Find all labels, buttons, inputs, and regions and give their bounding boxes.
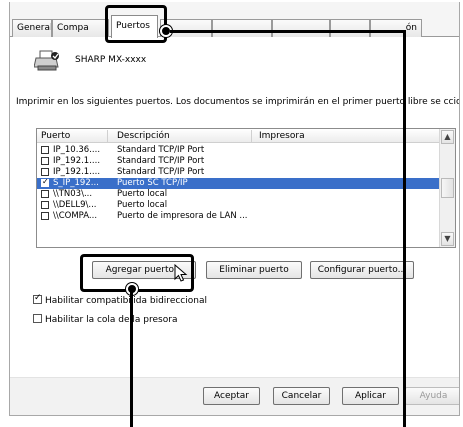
pooling-checkbox[interactable]: [33, 314, 42, 323]
port-name: \\DELL9\...: [53, 200, 97, 210]
port-checkbox[interactable]: [41, 146, 49, 154]
port-checkbox-checked[interactable]: [41, 177, 49, 187]
tab-compartir[interactable]: Compa: [52, 19, 109, 37]
port-row[interactable]: IP_192.1.... Standard TCP/IP Port: [37, 167, 441, 178]
col-header-descripcion[interactable]: Descripción: [117, 131, 170, 141]
tab-hidden-4[interactable]: [330, 19, 370, 37]
printer-icon: [34, 50, 59, 71]
port-row[interactable]: \\TN03\... Puerto local: [37, 189, 441, 200]
tab-general[interactable]: General: [12, 19, 52, 37]
port-description: Standard TCP/IP Port: [117, 167, 205, 177]
port-row[interactable]: \\COMPA... Puerto de impresora de LAN ..…: [37, 211, 441, 222]
scroll-up-icon[interactable]: ▲: [441, 130, 454, 144]
scroll-thumb[interactable]: [441, 178, 454, 198]
port-description: Standard TCP/IP Port: [117, 145, 205, 155]
port-name: \\COMPA...: [53, 211, 98, 221]
ports-panel: SHARP MX-xxxx Imprimir en los siguientes…: [10, 37, 459, 377]
callout-line-tab-vertical: [403, 30, 406, 427]
tab-hidden-3[interactable]: [272, 19, 330, 37]
callout-line-tab-horizontal: [170, 30, 406, 33]
ports-list-header: Puerto Descripción Impresora: [37, 129, 441, 143]
bidirectional-checkbox[interactable]: [33, 293, 42, 304]
ok-button[interactable]: Aceptar: [203, 387, 260, 405]
port-name: IP_192.1....: [53, 156, 101, 166]
port-name: IP_192.1....: [53, 167, 101, 177]
tab-bar: General Compa Puertos ón: [10, 15, 459, 38]
port-checkbox[interactable]: [41, 212, 49, 220]
apply-button[interactable]: Aplicar: [342, 387, 399, 405]
pooling-label: Habilitar la cola de la presora: [45, 315, 178, 325]
bidirectional-option[interactable]: Habilitar compatibilida bidireccional: [33, 293, 207, 306]
ports-list-scrollbar[interactable]: ▲ ▼: [439, 129, 455, 247]
port-checkbox[interactable]: [41, 190, 49, 198]
delete-port-button[interactable]: Eliminar puerto: [206, 261, 302, 279]
col-header-impresora[interactable]: Impresora: [259, 131, 305, 141]
tab-administracion-color[interactable]: ón: [370, 19, 422, 37]
port-description: Puerto local: [117, 200, 168, 210]
printer-name: SHARP MX-xxxx: [75, 55, 147, 65]
port-row[interactable]: \\DELL9\... Puerto local: [37, 200, 441, 211]
ports-info-text: Imprimir en los siguientes puertos. Los …: [16, 97, 460, 107]
port-description: Standard TCP/IP Port: [117, 156, 205, 166]
help-button[interactable]: Ayuda: [405, 387, 459, 405]
port-row[interactable]: IP_10.36.... Standard TCP/IP Port: [37, 145, 441, 156]
dialog-button-bar: Aceptar Cancelar Aplicar Ayuda: [10, 377, 459, 415]
cancel-button[interactable]: Cancelar: [273, 387, 330, 405]
port-row-selected[interactable]: S_IP_192... Puerto SC TCP/IP: [37, 177, 441, 189]
port-description: Puerto local: [117, 189, 168, 199]
tab-hidden-2[interactable]: [212, 19, 272, 37]
pooling-option[interactable]: Habilitar la cola de la presora: [33, 314, 177, 325]
port-row[interactable]: IP_192.1.... Standard TCP/IP Port: [37, 156, 441, 167]
port-description: Puerto de impresora de LAN ...: [117, 211, 248, 221]
mouse-pointer-icon: [174, 264, 188, 282]
port-checkbox[interactable]: [41, 168, 49, 176]
scroll-down-icon[interactable]: ▼: [441, 232, 454, 246]
port-name: IP_10.36....: [53, 145, 101, 155]
col-header-puerto[interactable]: Puerto: [41, 131, 70, 141]
port-name: \\TN03\...: [53, 189, 93, 199]
bidirectional-label: Habilitar compatibilida bidireccional: [45, 296, 207, 306]
ports-list[interactable]: Puerto Descripción Impresora IP_10.36...…: [36, 128, 456, 248]
printer-properties-window: General Compa Puertos ón SHARP MX-xxxx I…: [9, 2, 460, 416]
port-checkbox[interactable]: [41, 201, 49, 209]
port-name: S_IP_192...: [53, 178, 99, 188]
configure-port-button[interactable]: Configurar puerto...: [310, 261, 414, 279]
callout-line-add-port: [130, 292, 133, 427]
port-description: Puerto SC TCP/IP: [117, 178, 188, 188]
port-checkbox[interactable]: [41, 157, 49, 165]
tab-puertos[interactable]: Puertos: [111, 15, 158, 38]
